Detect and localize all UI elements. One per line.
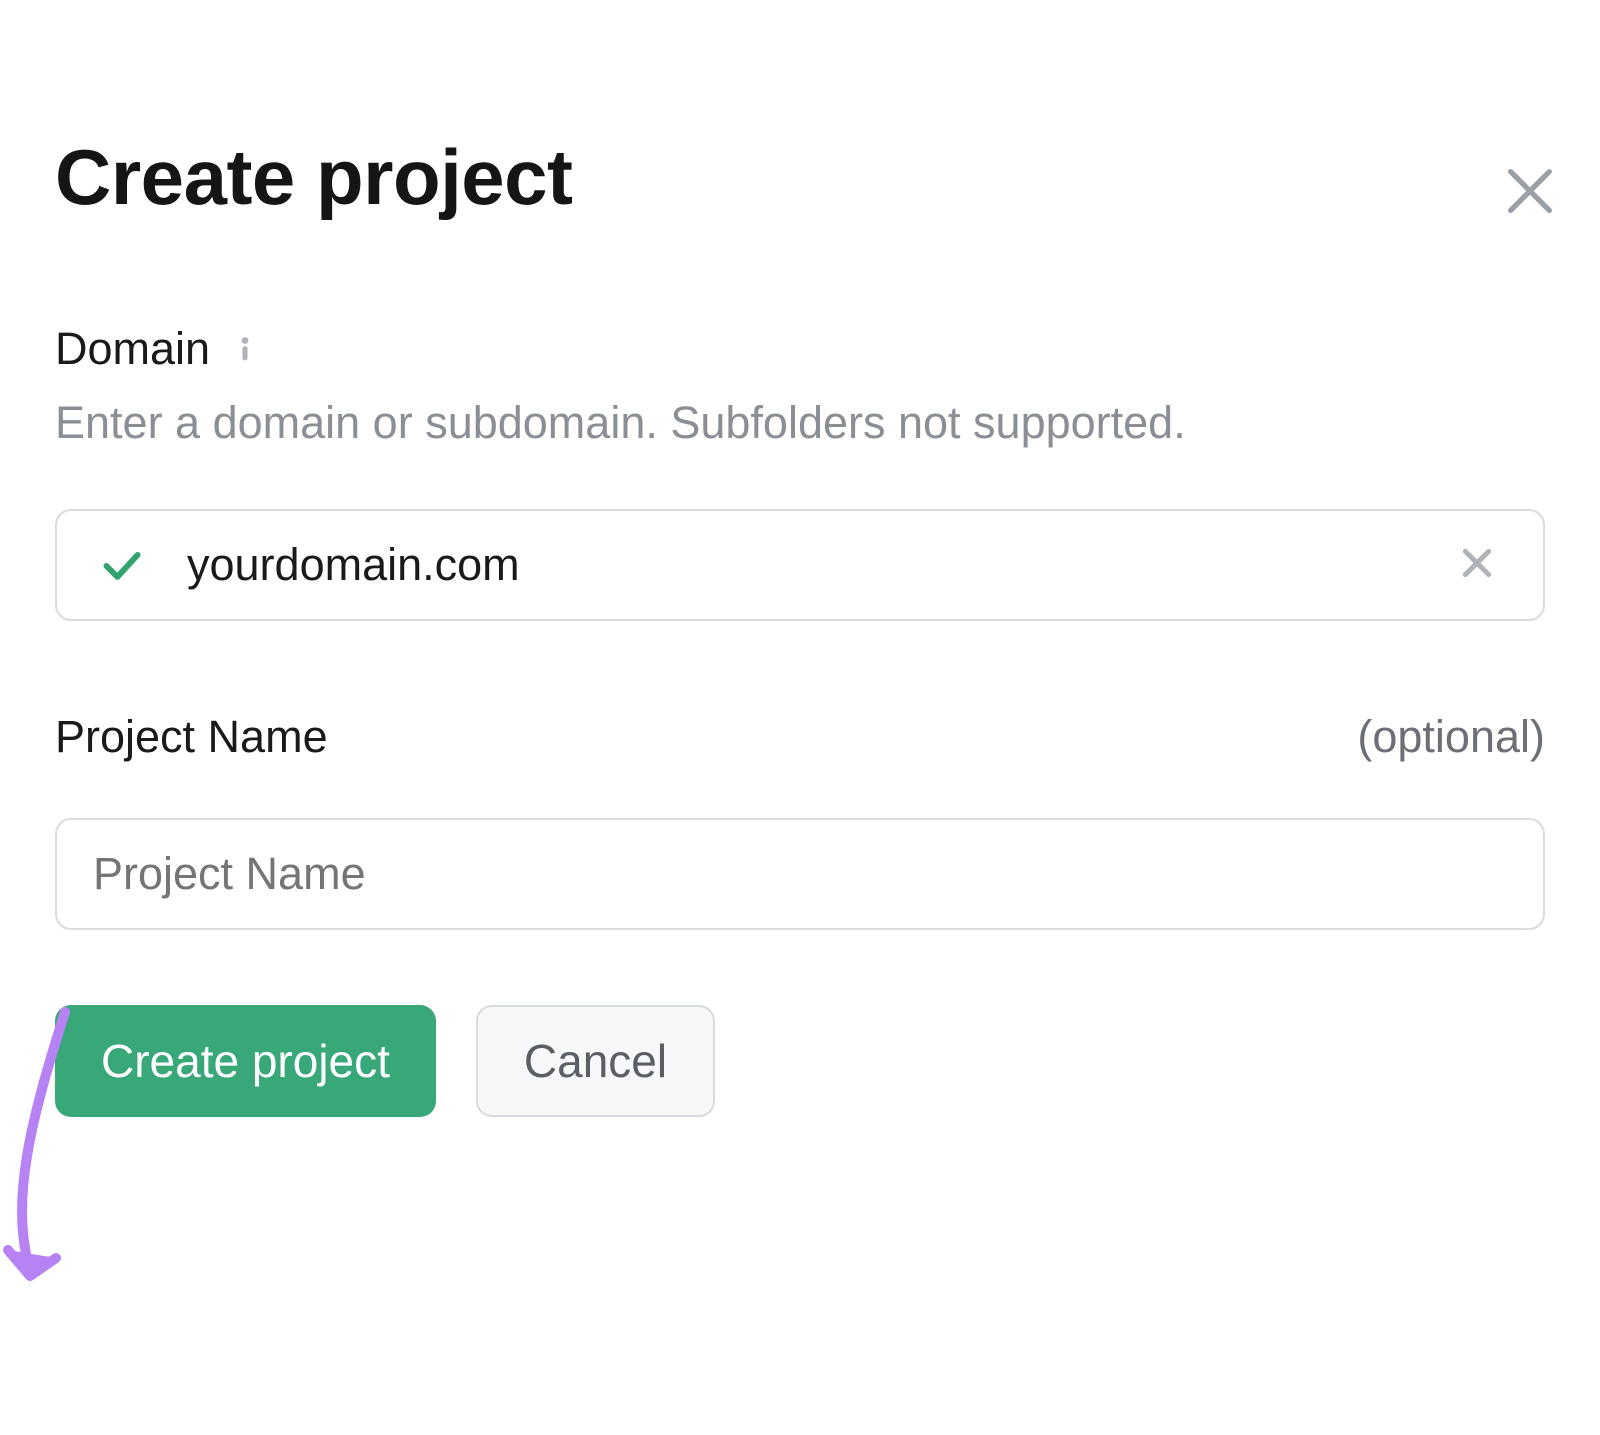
close-button[interactable] — [1495, 157, 1565, 227]
create-project-button[interactable]: Create project — [55, 1005, 436, 1117]
create-project-modal: Create project Domain Enter a domain or … — [0, 132, 1600, 1435]
domain-field-group: Domain Enter a domain or subdomain. Subf… — [55, 323, 1545, 621]
x-icon — [1457, 543, 1497, 586]
project-name-input[interactable] — [55, 818, 1545, 930]
info-icon[interactable] — [228, 332, 262, 366]
domain-input-wrap — [55, 509, 1545, 621]
project-name-field-group: Project Name (optional) — [55, 711, 1545, 930]
optional-label: (optional) — [1357, 711, 1545, 763]
domain-input[interactable] — [55, 509, 1545, 621]
project-name-input-wrap — [55, 818, 1545, 930]
modal-actions: Create project Cancel — [55, 1005, 1545, 1117]
modal-title: Create project — [55, 132, 1545, 223]
cancel-button[interactable]: Cancel — [476, 1005, 715, 1117]
check-icon — [100, 543, 144, 587]
project-name-label-row: Project Name (optional) — [55, 711, 1545, 763]
domain-label-row: Domain — [55, 323, 1545, 375]
project-name-label: Project Name — [55, 711, 328, 763]
close-icon — [1501, 162, 1559, 223]
domain-helper-text: Enter a domain or subdomain. Subfolders … — [55, 393, 1545, 454]
domain-label: Domain — [55, 323, 210, 375]
clear-input-button[interactable] — [1457, 545, 1497, 585]
